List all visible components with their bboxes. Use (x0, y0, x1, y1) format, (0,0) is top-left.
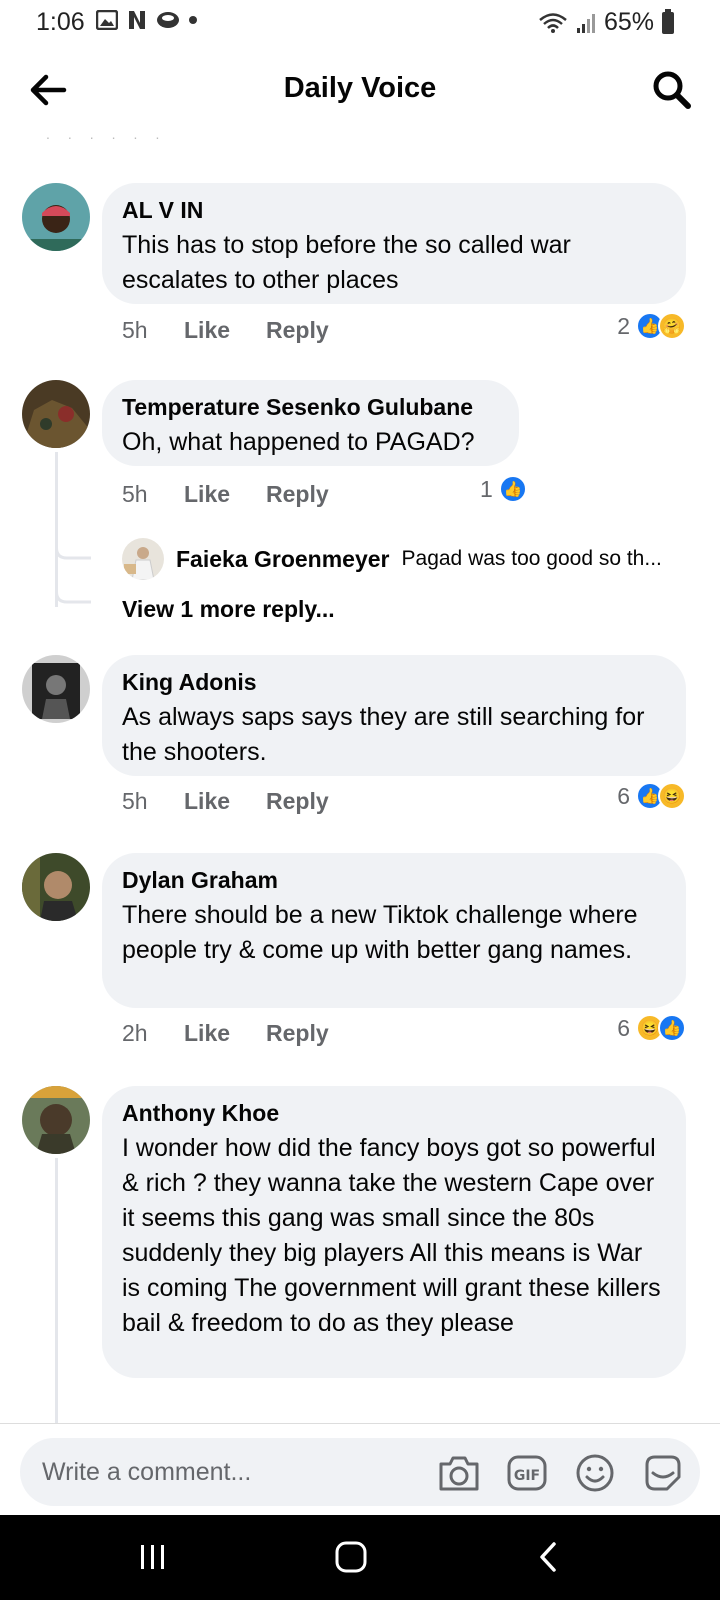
comment-time: 5h (122, 481, 148, 507)
comment-time: 5h (122, 317, 148, 343)
thread-line (55, 1158, 58, 1423)
profile-photo-icon (22, 380, 90, 448)
netflix-notification-icon (129, 11, 145, 29)
reaction-count: 2 (617, 312, 630, 339)
comment-composer-bar: Write a comment... GIF (0, 1423, 720, 1515)
comment-bubble: Temperature Sesenko Gulubane Oh, what ha… (102, 380, 519, 466)
commenter-name[interactable]: King Adonis (122, 669, 666, 696)
avatar[interactable] (22, 853, 90, 921)
comment-time: 5h (122, 788, 148, 814)
signal-icon (576, 13, 595, 33)
like-button[interactable]: Like (184, 317, 266, 344)
smiley-icon (576, 1454, 614, 1492)
wifi-icon (539, 12, 567, 33)
commenter-name[interactable]: AL V IN (122, 197, 666, 224)
recent-apps-icon (141, 1545, 164, 1569)
system-back-button[interactable] (524, 1537, 574, 1577)
comment-text: There should be a new Tiktok challenge w… (122, 901, 638, 964)
comment-time: 2h (122, 1020, 148, 1046)
status-bar: 1:06 65% (0, 0, 720, 46)
like-button[interactable]: Like (184, 788, 266, 815)
profile-photo-icon (22, 853, 90, 921)
comment-input[interactable]: Write a comment... GIF (20, 1438, 700, 1506)
commenter-name[interactable]: Dylan Graham (122, 867, 666, 894)
comment-bubble: Dylan Graham There should be a new Tikto… (102, 853, 686, 1008)
comment-text: This has to stop before the so called wa… (122, 231, 571, 294)
comment-text: Oh, what happened to PAGAD? (122, 428, 475, 456)
reaction-count: 1 (480, 475, 493, 502)
reply-button[interactable]: Reply (266, 317, 329, 344)
camera-icon (439, 1456, 479, 1491)
reply-preview[interactable]: Faieka Groenmeyer Pagad was too good so … (122, 538, 702, 580)
reply-author-name[interactable]: Faieka Groenmeyer (176, 546, 390, 573)
reaction-count: 6 (617, 782, 630, 809)
thread-connector-icon (55, 540, 91, 604)
comment-text: As always saps says they are still searc… (122, 703, 645, 766)
reactions[interactable]: 6 😆 👍 (617, 1014, 686, 1042)
avatar[interactable] (22, 380, 90, 448)
reply-button[interactable]: Reply (266, 788, 329, 815)
commenter-name[interactable]: Temperature Sesenko Gulubane (122, 394, 499, 421)
battery-percentage: 65% (603, 8, 654, 36)
camera-button[interactable] (436, 1450, 482, 1496)
comment-bubble: King Adonis As always saps says they are… (102, 655, 686, 776)
comment-input-placeholder: Write a comment... (42, 1458, 252, 1486)
gif-button[interactable]: GIF (504, 1450, 550, 1496)
system-navigation-bar (0, 1515, 720, 1600)
reaction-count: 6 (617, 1014, 630, 1041)
comment-bubble: Anthony Khoe I wonder how did the fancy … (102, 1086, 686, 1378)
sticker-button[interactable] (640, 1450, 686, 1496)
home-icon (335, 1541, 367, 1573)
gif-icon: GIF (507, 1455, 547, 1491)
svg-text:GIF: GIF (514, 1468, 540, 1484)
like-button[interactable]: Like (184, 481, 266, 508)
reactions[interactable]: 2 👍 🤗 (617, 312, 686, 340)
commenter-name[interactable]: Anthony Khoe (122, 1100, 666, 1127)
haha-icon: 😆 (658, 782, 686, 810)
reactions[interactable]: 1 👍 (480, 475, 527, 503)
view-more-replies-link[interactable]: View 1 more reply... (122, 596, 335, 623)
profile-photo-icon (22, 655, 90, 723)
emoji-button[interactable] (572, 1450, 618, 1496)
comment-text: I wonder how did the fancy boys got so p… (122, 1134, 661, 1337)
sticker-icon (645, 1455, 681, 1491)
reply-button[interactable]: Reply (266, 1020, 329, 1047)
care-icon: 🤗 (658, 312, 686, 340)
comment-bubble: AL V IN This has to stop before the so c… (102, 183, 686, 304)
search-button[interactable] (650, 68, 694, 112)
reply-button[interactable]: Reply (266, 481, 329, 508)
app-notification-icon (157, 12, 179, 28)
status-time: 1:06 (36, 8, 85, 36)
avatar[interactable] (22, 1086, 90, 1154)
reply-text: Pagad was too good so th... (401, 547, 662, 570)
profile-photo-icon (22, 1086, 90, 1154)
like-button[interactable]: Like (184, 1020, 266, 1047)
loading-dots: ...... (46, 126, 178, 142)
like-icon: 👍 (498, 475, 527, 503)
search-icon (653, 71, 691, 109)
avatar[interactable] (22, 655, 90, 723)
page-title: Daily Voice (283, 72, 437, 104)
gallery-notification-icon (96, 10, 118, 30)
app-header: Daily Voice (0, 50, 720, 130)
recent-apps-button[interactable] (128, 1537, 178, 1577)
more-notifications-dot-icon (189, 16, 197, 24)
battery-icon (662, 8, 674, 34)
like-icon: 👍 (658, 1014, 686, 1042)
system-back-icon (540, 1542, 556, 1572)
reply-avatar[interactable] (122, 538, 164, 580)
avatar[interactable] (22, 183, 90, 251)
profile-photo-icon (122, 538, 164, 580)
profile-photo-icon (22, 183, 90, 251)
home-button[interactable] (326, 1537, 376, 1577)
reactions[interactable]: 6 👍 😆 (617, 782, 686, 810)
